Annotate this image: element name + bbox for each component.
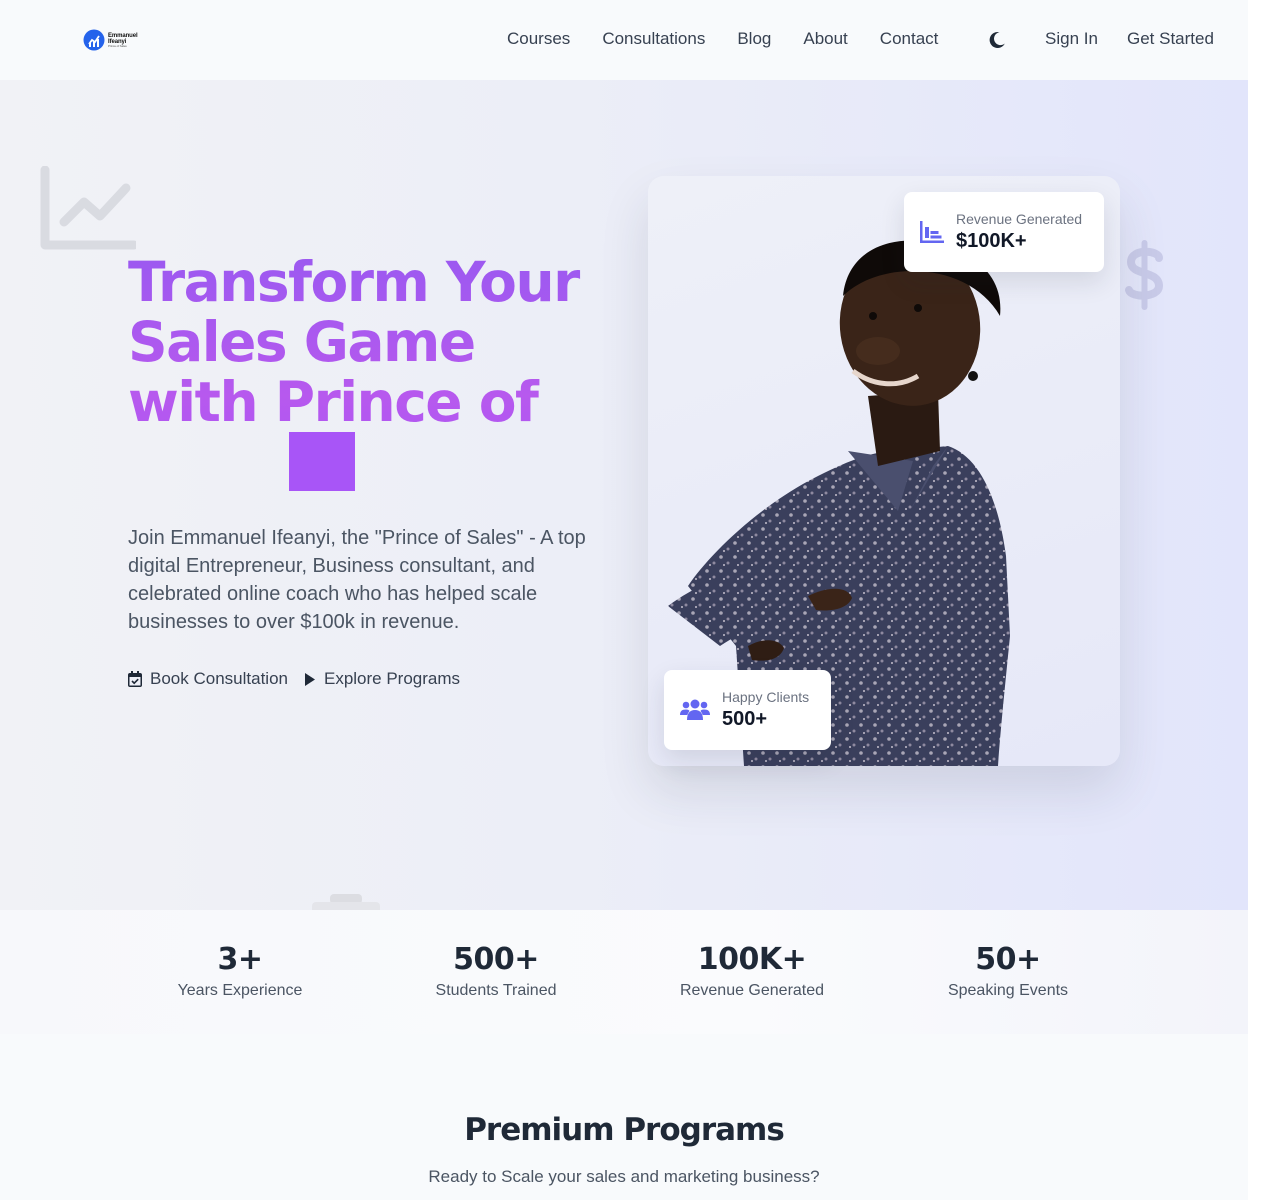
nav-link-courses[interactable]: Courses	[507, 29, 570, 49]
stat-speaking-events: 50+ Speaking Events	[880, 940, 1136, 1002]
programs-title: Premium Programs	[464, 1112, 785, 1148]
programs-section: Premium Programs Ready to Scale your sal…	[0, 1034, 1248, 1200]
stat-students-trained: 500+ Students Trained	[368, 940, 624, 1002]
revenue-stat-card: Revenue Generated $100K+	[904, 192, 1104, 272]
book-consultation-label: Book Consultation	[150, 669, 288, 688]
hero-cta-row: Book Consultation Explore Programs	[128, 669, 460, 689]
stats-section: 3+ Years Experience 500+ Students Traine…	[0, 910, 1248, 1034]
logo-mark-icon	[83, 29, 105, 51]
logo-text: Emmanuel Ifeanyi Prince of Sales	[108, 33, 138, 48]
line-chart-icon	[40, 166, 136, 250]
get-started-link[interactable]: Get Started	[1127, 29, 1214, 49]
stat-label: Students Trained	[435, 982, 557, 999]
logo-tagline: Prince of Sales	[108, 43, 127, 48]
programs-subtitle: Ready to Scale your sales and marketing …	[428, 1167, 820, 1186]
stat-value: 500+	[453, 942, 539, 977]
explore-programs-button[interactable]: Explore Programs	[304, 669, 460, 689]
stat-revenue-generated: 100K+ Revenue Generated	[624, 940, 880, 1002]
dollar-icon	[1125, 240, 1164, 310]
site-logo[interactable]: Emmanuel Ifeanyi Prince of Sales	[83, 28, 143, 52]
nav-link-consultations[interactable]: Consultations	[602, 29, 705, 49]
explore-programs-label: Explore Programs	[323, 669, 461, 688]
scrollbar[interactable]	[1248, 0, 1280, 1200]
sign-in-link[interactable]: Sign In	[1045, 29, 1098, 49]
calendar-check-icon	[128, 671, 142, 687]
nav-link-blog[interactable]: Blog	[737, 29, 771, 49]
hero-title-line-2: Sales Game	[128, 310, 475, 374]
hero-title: Transform Your Sales Game with Prince of…	[128, 252, 608, 492]
users-icon	[680, 699, 710, 720]
briefcase-icon	[312, 894, 380, 910]
stat-value: 100K+	[697, 942, 807, 977]
stat-years-experience: 3+ Years Experience	[112, 940, 368, 1002]
nav-link-about[interactable]: About	[803, 29, 847, 49]
hero-title-line-3: with Prince of	[128, 370, 538, 434]
stat-label: Revenue Generated	[679, 982, 825, 999]
stat-value: 3+	[217, 942, 263, 977]
book-consultation-button[interactable]: Book Consultation	[128, 669, 288, 689]
clients-stat-card: Happy Clients 500+	[664, 670, 831, 750]
hero-section: Transform Your Sales Game with Prince of…	[0, 80, 1248, 910]
stat-value: 50+	[975, 942, 1041, 977]
nav-link-contact[interactable]: Contact	[880, 29, 939, 49]
revenue-stat-text: Revenue Generated $100K+	[956, 210, 1082, 254]
stat-label: Speaking Events	[947, 982, 1069, 999]
hero-title-line-4: Sales	[128, 430, 287, 494]
play-icon	[304, 672, 315, 686]
clients-stat-text: Happy Clients 500+	[722, 688, 809, 732]
bar-chart-icon	[920, 221, 944, 243]
stat-label: Years Experience	[177, 982, 303, 999]
hero-title-line-1: Transform Your	[128, 250, 579, 314]
revenue-stat-label: Revenue Generated	[956, 211, 1083, 227]
clients-stat-value: 500+	[722, 708, 768, 730]
hero-description: Join Emmanuel Ifeanyi, the "Prince of Sa…	[128, 527, 586, 633]
page: Emmanuel Ifeanyi Prince of Sales Courses…	[0, 0, 1248, 1200]
moon-icon[interactable]	[988, 31, 1006, 49]
clients-stat-label: Happy Clients	[722, 689, 810, 705]
revenue-stat-value: $100K+	[956, 230, 1027, 252]
typing-cursor	[289, 432, 355, 491]
navbar: Emmanuel Ifeanyi Prince of Sales Courses…	[0, 0, 1248, 80]
main-nav: Courses Consultations Blog About Contact	[507, 29, 970, 49]
